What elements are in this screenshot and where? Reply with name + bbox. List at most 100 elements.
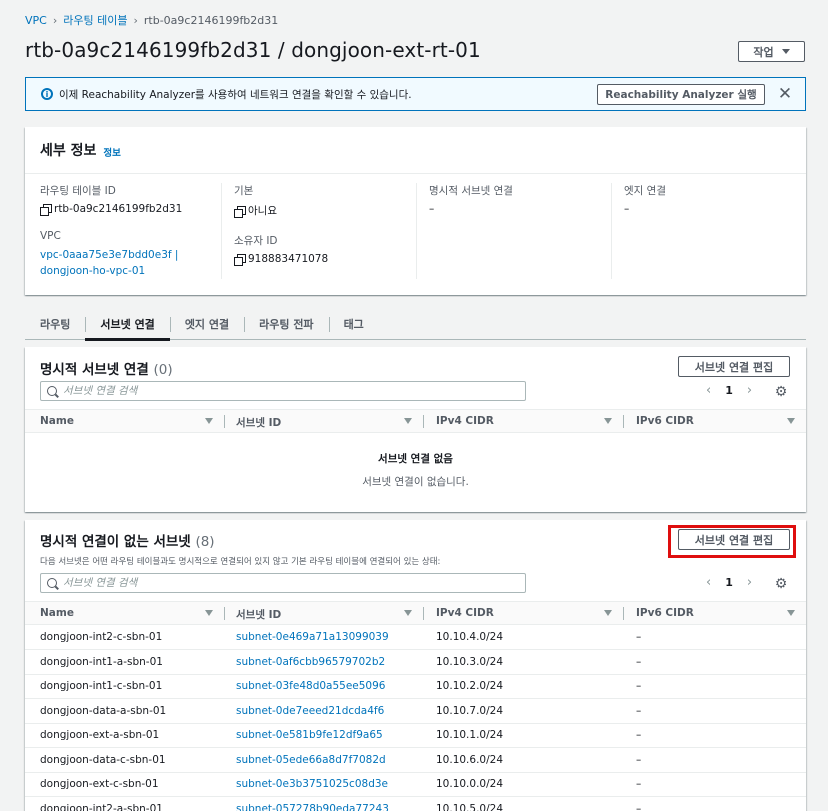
owner-value-text: 918883471078	[248, 253, 329, 265]
settings-gear-icon[interactable]: ⚙	[774, 577, 788, 591]
settings-gear-icon[interactable]: ⚙	[774, 385, 788, 399]
copy-icon[interactable]	[40, 204, 52, 216]
tab-routes[interactable]: 라우팅	[25, 309, 85, 340]
tab-bar: 라우팅 서브넷 연결 엣지 연결 라우팅 전파 태그	[25, 309, 806, 341]
table-row: dongjoon-int1-a-sbn-01 subnet-0af6cbb965…	[25, 650, 806, 675]
explicit-title-text: 명시적 서브넷 연결	[40, 362, 149, 378]
search-icon	[47, 386, 57, 396]
chevron-right-icon: ›	[133, 13, 138, 27]
row-ipv6: –	[636, 631, 642, 643]
row-subnet-link[interactable]: subnet-0e3b3751025c08d3e	[236, 778, 388, 790]
sort-icon[interactable]	[604, 418, 612, 424]
col-header-ipv6[interactable]: IPv6 CIDR	[636, 415, 694, 427]
row-name: dongjoon-data-c-sbn-01	[40, 754, 166, 766]
edit-subnet-associations-button[interactable]: 서브넷 연결 편집	[678, 356, 790, 377]
implicit-description: 다음 서브넷은 어떤 라우팅 테이블과도 명시적으로 연결되어 있지 않고 기본…	[40, 557, 441, 567]
implicit-search-input[interactable]	[63, 577, 503, 589]
main-label: 기본	[234, 185, 254, 197]
row-subnet-link[interactable]: subnet-0de7eeed21dcda4f6	[236, 705, 384, 717]
copy-icon[interactable]	[234, 254, 246, 266]
chevron-left-icon[interactable]: ‹	[706, 575, 711, 590]
reachability-analyzer-button[interactable]: Reachability Analyzer 실행	[597, 84, 765, 105]
implicit-title-text: 명시적 연결이 없는 서브넷	[40, 534, 191, 550]
col-header-subnet-id[interactable]: 서브넷 ID	[236, 415, 281, 430]
implicit-panel-title: 명시적 연결이 없는 서브넷 (8)	[40, 530, 215, 550]
column-divider[interactable]	[224, 415, 225, 428]
row-ipv6: –	[636, 778, 642, 790]
breadcrumb: VPC › 라우팅 테이블 › rtb-0a9c2146199fb2d31	[25, 12, 278, 28]
banner-message: 이제 Reachability Analyzer를 사용하여 네트워크 연결을 …	[59, 88, 412, 101]
column-divider[interactable]	[623, 607, 624, 620]
copy-icon[interactable]	[234, 205, 246, 218]
explicit-assoc-label: 명시적 서브넷 연결	[429, 185, 513, 197]
main-value: 아니요	[234, 203, 328, 218]
row-ipv6: –	[636, 803, 642, 811]
implicit-count: (8)	[195, 534, 215, 550]
row-ipv6: –	[636, 754, 642, 766]
column-divider[interactable]	[423, 415, 424, 428]
tab-tags[interactable]: 태그	[328, 309, 379, 340]
row-subnet-link[interactable]: subnet-05ede66a8d7f7082d	[236, 754, 386, 766]
details-col-3: 명시적 서브넷 연결 –	[416, 183, 513, 279]
row-name: dongjoon-int1-c-sbn-01	[40, 680, 163, 692]
chevron-right-icon[interactable]: ›	[747, 575, 752, 590]
explicit-search-input[interactable]	[63, 385, 503, 397]
route-table-id-label: 라우팅 테이블 ID	[40, 185, 116, 197]
tab-edge-associations[interactable]: 엣지 연결	[169, 309, 244, 340]
sort-icon[interactable]	[787, 418, 795, 424]
sort-icon[interactable]	[404, 418, 412, 424]
sort-icon[interactable]	[787, 610, 795, 616]
breadcrumb-route-tables[interactable]: 라우팅 테이블	[63, 12, 127, 28]
breadcrumb-vpc[interactable]: VPC	[25, 14, 47, 27]
sort-icon[interactable]	[404, 610, 412, 616]
row-subnet-link[interactable]: subnet-03fe48d0a55ee5096	[236, 680, 385, 692]
row-subnet-link[interactable]: subnet-057278b90eda77243	[236, 803, 389, 811]
table-row: dongjoon-data-c-sbn-01 subnet-05ede66a8d…	[25, 748, 806, 773]
col-header-ipv4[interactable]: IPv4 CIDR	[436, 415, 494, 427]
info-link[interactable]: 정보	[103, 145, 120, 159]
main-value-text: 아니요	[248, 205, 277, 217]
caret-down-icon	[781, 49, 790, 54]
vpc-label: VPC	[40, 230, 61, 242]
table-row: dongjoon-int2-a-sbn-01 subnet-057278b90e…	[25, 797, 806, 811]
row-subnet-link[interactable]: subnet-0e469a71a13099039	[236, 631, 389, 643]
tab-route-propagation[interactable]: 라우팅 전파	[244, 309, 328, 340]
column-divider[interactable]	[224, 607, 225, 620]
page-title: rtb-0a9c2146199fb2d31 / dongjoon-ext-rt-…	[25, 38, 481, 62]
tab-subnet-associations[interactable]: 서브넷 연결	[85, 309, 171, 341]
row-subnet-link[interactable]: subnet-0e581b9fe12df9a65	[236, 729, 383, 741]
details-col-4: 엣지 연결 –	[611, 183, 666, 279]
column-divider[interactable]	[623, 415, 624, 428]
edge-assoc-label: 엣지 연결	[624, 185, 666, 197]
col-header-name[interactable]: Name	[40, 607, 74, 619]
row-name: dongjoon-ext-a-sbn-01	[40, 729, 160, 741]
vpc-link[interactable]: vpc-0aaa75e3e7bdd0e3f |	[40, 247, 182, 263]
empty-state-title: 서브넷 연결 없음	[378, 453, 453, 465]
column-divider[interactable]	[423, 607, 424, 620]
col-header-ipv4[interactable]: IPv4 CIDR	[436, 607, 494, 619]
explicit-pager: ‹ 1 ›	[706, 383, 752, 398]
implicit-pager: ‹ 1 ›	[706, 575, 752, 590]
close-icon[interactable]: ✕	[776, 84, 794, 104]
sort-icon[interactable]	[604, 610, 612, 616]
details-title: 세부 정보	[40, 143, 97, 159]
row-ipv6: –	[636, 729, 642, 741]
details-header: 세부 정보 정보	[25, 127, 806, 174]
actions-button[interactable]: 작업	[738, 41, 805, 62]
page-number[interactable]: 1	[725, 576, 733, 589]
col-header-subnet-id[interactable]: 서브넷 ID	[236, 607, 281, 622]
vpc-name-link[interactable]: dongjoon-ho-vpc-01	[40, 263, 182, 279]
row-subnet-link[interactable]: subnet-0af6cbb96579702b2	[236, 656, 385, 668]
row-ipv6: –	[636, 680, 642, 692]
sort-icon[interactable]	[205, 418, 213, 424]
row-ipv6: –	[636, 656, 642, 668]
page-number[interactable]: 1	[725, 384, 733, 397]
explicit-table-header: Name 서브넷 ID IPv4 CIDR IPv6 CIDR	[25, 409, 806, 433]
sort-icon[interactable]	[205, 610, 213, 616]
col-header-name[interactable]: Name	[40, 415, 74, 427]
chevron-right-icon[interactable]: ›	[747, 383, 752, 398]
chevron-left-icon[interactable]: ‹	[706, 383, 711, 398]
empty-state-subtitle: 서브넷 연결이 없습니다.	[362, 476, 469, 488]
row-name: dongjoon-int2-a-sbn-01	[40, 803, 163, 811]
col-header-ipv6[interactable]: IPv6 CIDR	[636, 607, 694, 619]
